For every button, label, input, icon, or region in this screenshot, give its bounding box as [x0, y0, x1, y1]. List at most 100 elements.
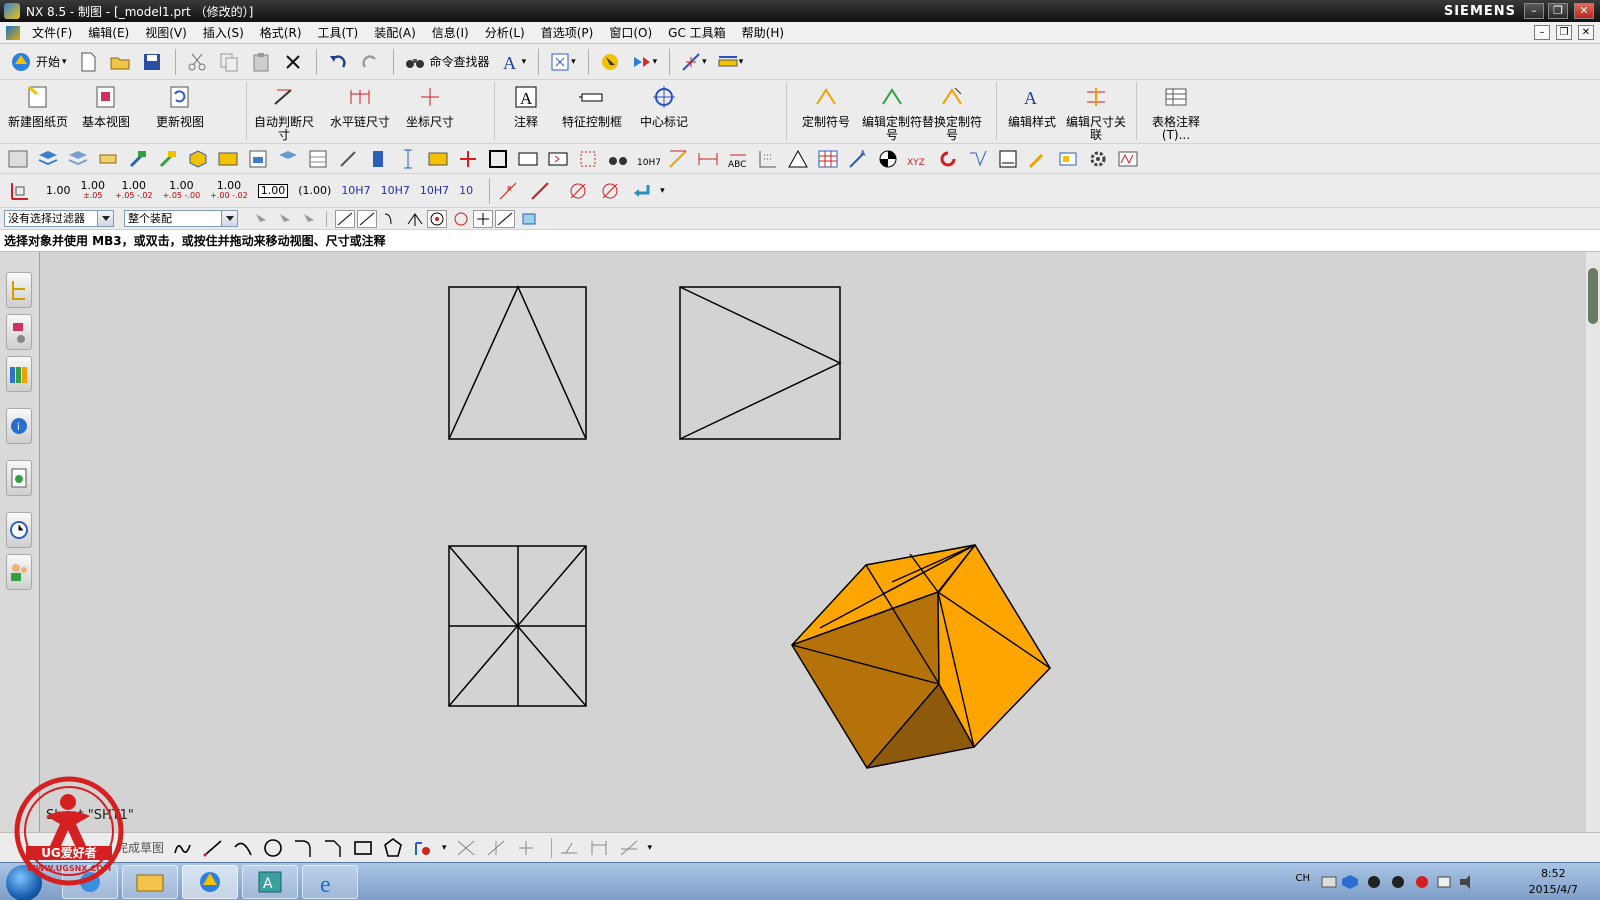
- snap-existing-point-button[interactable]: [473, 209, 493, 228]
- fit-view-button[interactable]: ▾: [545, 48, 580, 76]
- menu-tools[interactable]: 工具(T): [310, 24, 367, 41]
- fillet-icon[interactable]: [292, 837, 314, 859]
- edit-dimension-association-button[interactable]: 编辑尺寸关联: [1064, 82, 1128, 142]
- ordinate-dimension-button[interactable]: 坐标尺寸: [400, 82, 460, 140]
- history-tab[interactable]: [6, 512, 32, 548]
- dim-value-reference[interactable]: (1.00): [298, 185, 331, 196]
- fit-tolerance-icon[interactable]: 10H7: [636, 147, 660, 171]
- table-grid-icon[interactable]: [816, 147, 840, 171]
- filter-pointer-icon[interactable]: [252, 210, 272, 228]
- profile-icon[interactable]: [172, 837, 194, 859]
- paste-button[interactable]: [246, 48, 276, 76]
- constraint-icon[interactable]: [558, 837, 580, 859]
- abc-box-icon[interactable]: [216, 147, 240, 171]
- render-style-button[interactable]: ▾: [627, 48, 662, 76]
- view-border-icon[interactable]: [516, 147, 540, 171]
- cut-button[interactable]: [182, 48, 212, 76]
- chamfer-icon[interactable]: [322, 837, 344, 859]
- system-tray-icons[interactable]: [1320, 873, 1480, 891]
- horizontal-chain-dimension-button[interactable]: 水平链尺寸: [330, 82, 390, 140]
- binoculars-icon[interactable]: [606, 147, 630, 171]
- detail-view-icon[interactable]: [546, 147, 570, 171]
- horizontal-dimension-icon[interactable]: [696, 147, 720, 171]
- snap-quadrant-icon[interactable]: [451, 210, 471, 228]
- leader-arrow-icon[interactable]: A: [846, 147, 870, 171]
- doc-restore-button[interactable]: ❐: [1556, 25, 1572, 40]
- base-view-button[interactable]: 基本视图: [76, 82, 136, 140]
- filter-pointer-icon[interactable]: [276, 210, 296, 228]
- menu-file[interactable]: 文件(F): [24, 24, 80, 41]
- type-filter-dropdown[interactable]: 没有选择过滤器: [4, 210, 114, 227]
- break-view-icon[interactable]: [486, 147, 510, 171]
- edit-custom-symbol-button[interactable]: 编辑定制符号: [862, 82, 922, 142]
- menu-gc-toolkit[interactable]: GC 工具箱: [660, 24, 734, 41]
- reuse-library-tab[interactable]: [6, 356, 32, 392]
- hatch-icon[interactable]: [756, 147, 780, 171]
- quick-extend-icon[interactable]: [485, 837, 507, 859]
- tabular-note-button[interactable]: 表格注释(T)...: [1144, 82, 1208, 142]
- dimension-constraint-icon[interactable]: [588, 837, 610, 859]
- taskbar-explorer-item[interactable]: [122, 865, 178, 899]
- dim-value-limits[interactable]: 1.00 +.05 -.02: [115, 180, 153, 201]
- refresh-icon[interactable]: [936, 147, 960, 171]
- menu-information[interactable]: 信息(I): [424, 24, 477, 41]
- arc-icon[interactable]: [232, 837, 254, 859]
- quick-trim-icon[interactable]: [455, 837, 477, 859]
- radius-to-center-icon[interactable]: [528, 179, 552, 203]
- restore-button[interactable]: ❐: [1548, 3, 1568, 19]
- layer-icon[interactable]: [36, 147, 60, 171]
- hidden-line-icon[interactable]: [576, 147, 600, 171]
- scroll-thumb[interactable]: [1588, 268, 1598, 324]
- adjust-dimension-icon[interactable]: [666, 147, 690, 171]
- save-button[interactable]: [137, 48, 167, 76]
- selection-scope-dropdown[interactable]: 整个装配: [124, 210, 238, 227]
- command-finder-button[interactable]: 命令查找器: [400, 48, 494, 76]
- circle-icon[interactable]: [262, 837, 284, 859]
- section-view-icon[interactable]: [246, 147, 270, 171]
- hammer-icon[interactable]: [126, 147, 150, 171]
- new-file-button[interactable]: [73, 48, 103, 76]
- filter-pointer-icon[interactable]: [300, 210, 320, 228]
- selection-button[interactable]: [595, 48, 625, 76]
- label-icon[interactable]: [426, 147, 450, 171]
- inferred-dimension-button[interactable]: 自动判断尺寸: [254, 82, 314, 142]
- menu-format[interactable]: 格式(R): [252, 24, 310, 41]
- replace-custom-symbol-button[interactable]: 替换定制符号: [922, 82, 982, 142]
- snap-center-button[interactable]: [427, 209, 447, 228]
- dimension-style-icon[interactable]: [8, 179, 32, 203]
- brush-icon[interactable]: [1026, 147, 1050, 171]
- system-clock[interactable]: 8:52 2015/4/7: [1529, 866, 1578, 898]
- assembly-navigator-tab[interactable]: [6, 314, 32, 350]
- graphics-window[interactable]: [40, 252, 1586, 832]
- tools-icon[interactable]: [156, 147, 180, 171]
- weld-symbol-icon[interactable]: [1116, 147, 1140, 171]
- text-abc-icon[interactable]: ABC: [726, 147, 750, 171]
- menu-app-icon[interactable]: [6, 25, 20, 40]
- vertical-dimension-icon[interactable]: [396, 147, 420, 171]
- xyz-coordinate-icon[interactable]: XYZ: [906, 147, 930, 171]
- start-button[interactable]: 开始 ▾: [6, 48, 71, 76]
- close-button[interactable]: ✕: [1574, 3, 1594, 19]
- snap-point-button[interactable]: ▾: [676, 48, 711, 76]
- stacked-layers-icon[interactable]: [276, 147, 300, 171]
- snap-settings-icon[interactable]: [519, 210, 539, 228]
- studio-spline-icon[interactable]: [412, 837, 434, 859]
- surface-finish-icon[interactable]: [966, 147, 990, 171]
- menu-view[interactable]: 视图(V): [137, 24, 195, 41]
- menu-analysis[interactable]: 分析(L): [477, 24, 533, 41]
- eraser-icon[interactable]: [96, 147, 120, 171]
- dim-value-fit-limits[interactable]: 10H7: [420, 185, 449, 196]
- front-view[interactable]: [448, 285, 587, 440]
- part-navigator-tab[interactable]: [6, 272, 32, 308]
- dim-value-fit-tolerance[interactable]: 10H7: [381, 185, 410, 196]
- open-button[interactable]: [105, 48, 135, 76]
- edit-style-button[interactable]: A 编辑样式: [1004, 82, 1060, 140]
- rectangle-icon[interactable]: [352, 837, 374, 859]
- cube-icon[interactable]: [186, 147, 210, 171]
- note-box-icon[interactable]: [996, 147, 1020, 171]
- menu-preferences[interactable]: 首选项(P): [533, 24, 602, 41]
- dim-value-basic[interactable]: 1.00: [257, 183, 289, 198]
- hole-diameter-icon[interactable]: [598, 179, 622, 203]
- center-mark-button[interactable]: 中心标记: [636, 82, 692, 140]
- dim-value-bilateral[interactable]: 1.00 ±.05: [81, 180, 106, 201]
